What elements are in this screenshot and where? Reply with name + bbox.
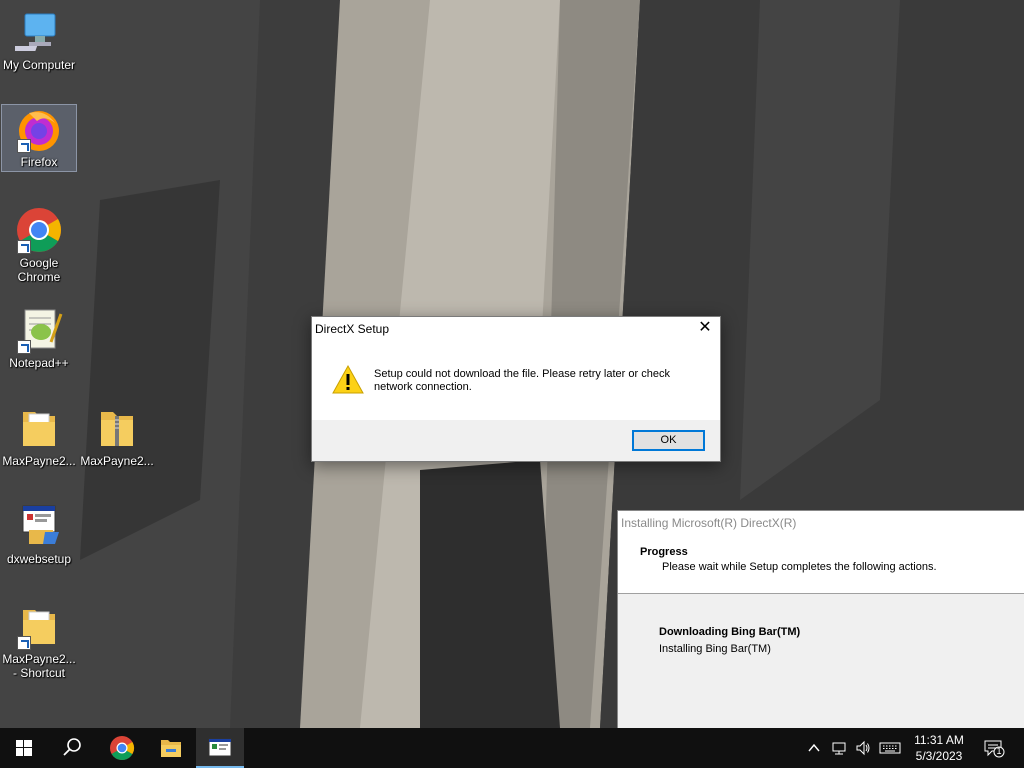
- desktop-icon-label: Notepad++: [9, 356, 69, 370]
- ok-button[interactable]: OK: [632, 430, 705, 451]
- shortcut-arrow-icon: [17, 340, 31, 354]
- dialog-footer: OK: [312, 420, 720, 461]
- desktop-icon-my-computer[interactable]: My Computer: [1, 8, 77, 72]
- desktop-icon-label: Google Chrome: [17, 256, 61, 284]
- search-icon: [63, 738, 81, 756]
- dialog-body: Setup could not download the file. Pleas…: [312, 341, 720, 420]
- taskbar-directx-setup[interactable]: [196, 728, 244, 768]
- desktop-icon-label: MaxPayne2...: [2, 454, 76, 468]
- chrome-icon: [15, 206, 63, 254]
- warning-icon: [332, 364, 364, 396]
- network-icon[interactable]: [831, 740, 847, 756]
- installer-subheading: Please wait while Setup completes the fo…: [662, 561, 937, 573]
- shortcut-arrow-icon: [17, 139, 31, 153]
- computer-icon: [5, 8, 63, 56]
- chevron-up-icon[interactable]: [806, 740, 822, 756]
- desktop-icon-maxpayne-zip[interactable]: MaxPayne2...: [79, 404, 155, 468]
- installer-current-action: Downloading Bing Bar(TM): [659, 626, 801, 638]
- installer-title: Installing Microsoft(R) DirectX(R): [618, 511, 1024, 535]
- firefox-icon: [15, 105, 63, 153]
- file-explorer-icon: [161, 740, 181, 757]
- installer-header: Progress Please wait while Setup complet…: [618, 535, 1024, 594]
- directx-installer-window: Installing Microsoft(R) DirectX(R) Progr…: [617, 510, 1024, 728]
- start-button[interactable]: [0, 728, 48, 768]
- shortcut-arrow-icon: [17, 240, 31, 254]
- desktop-icon-label: MaxPayne2... - Shortcut: [2, 652, 76, 680]
- search-button[interactable]: [48, 728, 96, 768]
- notepadpp-icon: [15, 306, 63, 354]
- desktop-icon-label: MaxPayne2...: [80, 454, 154, 468]
- desktop-icon-notepadpp[interactable]: Notepad++: [1, 306, 77, 370]
- notifications-icon[interactable]: 1: [983, 738, 1005, 758]
- folder-shortcut-icon: [15, 602, 63, 650]
- shortcut-arrow-icon: [17, 636, 31, 650]
- installer-heading: Progress: [640, 546, 688, 558]
- desktop-icon-google-chrome[interactable]: Google Chrome: [1, 206, 77, 284]
- desktop-icon-maxpayne-shortcut[interactable]: MaxPayne2... - Shortcut: [1, 602, 77, 680]
- taskbar: 11:31 AM 5/3/2023 1: [0, 728, 1024, 768]
- clock-time: 11:31 AM: [914, 733, 964, 747]
- desktop-icon-dxwebsetup[interactable]: dxwebsetup: [1, 502, 77, 566]
- chrome-icon: [110, 736, 135, 761]
- windows-logo-icon: [16, 740, 32, 756]
- installer-action-detail: Installing Bing Bar(TM): [659, 643, 771, 655]
- dialog-message: Setup could not download the file. Pleas…: [374, 368, 670, 393]
- desktop-icon-firefox[interactable]: Firefox: [1, 104, 77, 172]
- volume-icon[interactable]: [855, 740, 871, 756]
- taskbar-chrome[interactable]: [98, 728, 146, 768]
- directx-setup-dialog: DirectX Setup ✕ Setup could not download…: [311, 316, 721, 462]
- close-icon[interactable]: ✕: [690, 317, 720, 341]
- desktop-icon-label: dxwebsetup: [6, 552, 72, 566]
- clock-date: 5/3/2023: [915, 749, 963, 763]
- notification-count-badge: 1: [996, 746, 1002, 756]
- system-clock[interactable]: 11:31 AM 5/3/2023: [906, 732, 972, 764]
- folder-icon: [15, 404, 63, 452]
- setup-icon: [208, 738, 232, 757]
- dialog-title: DirectX Setup: [315, 322, 390, 336]
- desktop-icon-maxpayne-folder[interactable]: MaxPayne2...: [1, 404, 77, 468]
- setup-icon: [15, 502, 63, 550]
- keyboard-icon[interactable]: [879, 740, 901, 756]
- zip-folder-icon: [93, 404, 141, 452]
- desktop-icon-label: Firefox: [20, 155, 58, 169]
- taskbar-file-explorer[interactable]: [147, 728, 195, 768]
- desktop-icon-label: My Computer: [2, 58, 76, 72]
